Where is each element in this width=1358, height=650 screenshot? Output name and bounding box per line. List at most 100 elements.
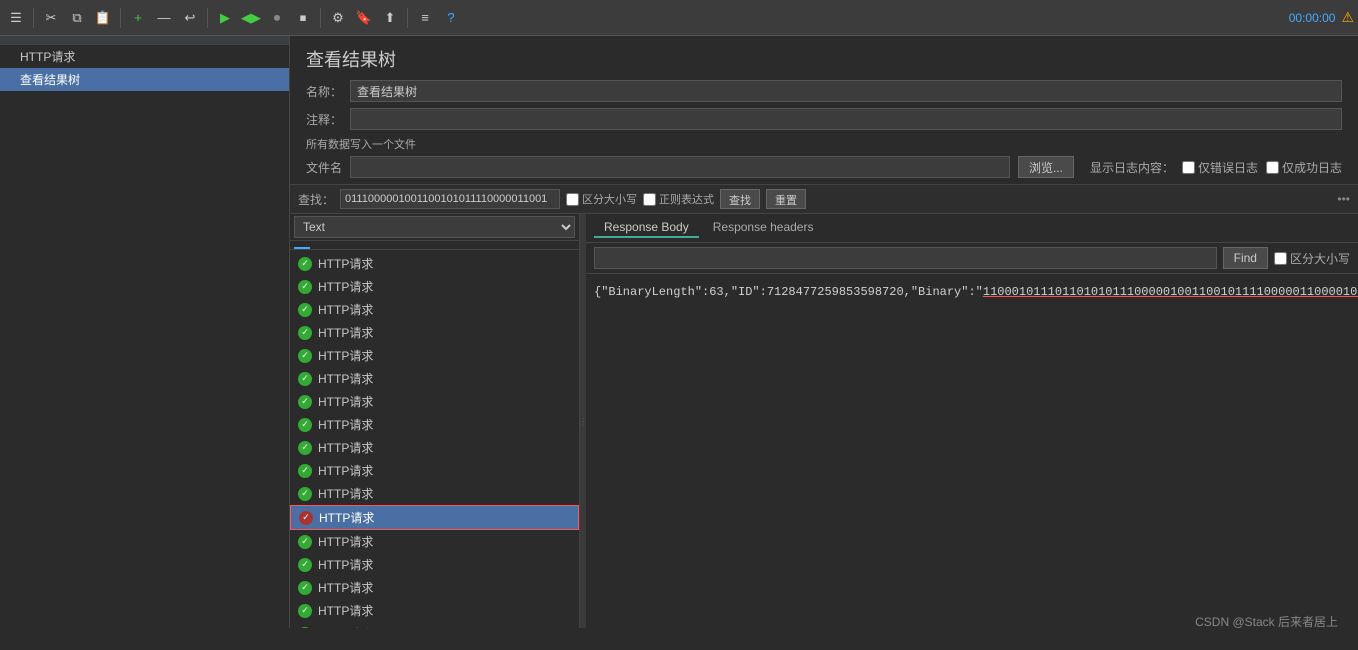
tree-item-label: HTTP请求: [318, 485, 373, 502]
tree-item[interactable]: ✓HTTP请求: [290, 576, 579, 599]
success-log-checkbox[interactable]: [1266, 161, 1279, 174]
toolbar-play-no-pause-btn[interactable]: ◀▶: [239, 6, 263, 30]
regex-checkbox[interactable]: [643, 193, 656, 206]
toolbar-help-btn[interactable]: ?: [439, 6, 463, 30]
tree-item[interactable]: ✓ HTTP请求: [290, 367, 579, 390]
main-layout: HTTP请求 查看结果树 查看结果树 名称： 注释： 所有数据写入一个文件 文件…: [0, 36, 1358, 628]
toolbar-sep-3: [207, 8, 208, 28]
tree-panel: Text ✓ HTTP请求 ✓ HTTP请求 ✓ HTTP请求 ✓ HTTP请求 ✓ HTTP请求…: [290, 214, 580, 628]
tree-item-label: HTTP请求: [318, 347, 373, 364]
reset-button[interactable]: 重置: [766, 189, 806, 209]
search-label: 查找：: [298, 191, 334, 208]
sidebar-header: [0, 36, 289, 45]
file-note: 所有数据写入一个文件: [306, 136, 1342, 152]
status-icon: ✓: [298, 464, 312, 478]
sidebar-item-http[interactable]: HTTP请求: [0, 45, 289, 68]
tab-sampler-result[interactable]: [294, 241, 310, 249]
toolbar-add-btn[interactable]: +: [126, 6, 150, 30]
status-icon: ✓: [298, 487, 312, 501]
toolbar-time: 00:00:00 ⚠: [1289, 9, 1354, 26]
toolbar-bookmark-btn[interactable]: 🔖: [352, 6, 376, 30]
tree-item-label: HTTP请求: [318, 301, 373, 318]
response-search: Find 区分大小写: [586, 243, 1358, 274]
tree-item[interactable]: ✓ HTTP请求: [290, 482, 579, 505]
browse-button[interactable]: 浏览...: [1018, 156, 1074, 178]
response-body: {"BinaryLength":63,"ID":7128477259853598…: [586, 274, 1358, 628]
tree-type-select[interactable]: Text: [294, 216, 575, 238]
tree-item[interactable]: ✓HTTP请求: [290, 275, 579, 298]
bottom-split: Text ✓ HTTP请求 ✓ HTTP请求 ✓ HTTP请求 ✓ HTTP请求 ✓ HTTP请求…: [290, 214, 1358, 628]
tree-item[interactable]: ✓HTTP请求: [290, 599, 579, 622]
comment-input[interactable]: [350, 108, 1342, 130]
warning-icon: ⚠: [1341, 9, 1354, 26]
tree-item[interactable]: ✓ HTTP请求: [290, 344, 579, 367]
toolbar-cut-btn[interactable]: ✂: [39, 6, 63, 30]
tab-response-data[interactable]: [326, 242, 342, 248]
tree-item-label: HTTP请求: [318, 439, 373, 456]
tree-item-label: HTTP请求: [318, 278, 373, 295]
toolbar-remove-btn[interactable]: —: [152, 6, 176, 30]
sidebar-item-result-tree[interactable]: 查看结果树: [0, 68, 289, 91]
toolbar-stop-btn[interactable]: ⏹: [291, 6, 315, 30]
binary-value: 1100010111011010101110000010011001011110…: [983, 285, 1358, 299]
success-log-check[interactable]: 仅成功日志: [1266, 159, 1342, 176]
status-icon: ✓: [298, 627, 312, 629]
tree-item-label: HTTP请求: [318, 416, 373, 433]
status-icon: ✓: [298, 303, 312, 317]
search-input[interactable]: [340, 189, 560, 209]
toolbar-menu-btn[interactable]: ☰: [4, 6, 28, 30]
resp-case-check[interactable]: 区分大小写: [1274, 250, 1350, 267]
toolbar-copy-btn[interactable]: ⧉: [65, 6, 89, 30]
toolbar-list-btn[interactable]: ≡: [413, 6, 437, 30]
comment-row: 注释：: [306, 108, 1342, 130]
tree-item-label: HTTP请求: [318, 393, 373, 410]
status-icon: ✓: [298, 372, 312, 386]
toolbar: ☰ ✂ ⧉ 📋 + — ↩ ▶ ◀▶ ⏺ ⏹ ⚙ 🔖 ⬆ ≡ ? 00:00:0…: [0, 0, 1358, 36]
tree-item[interactable]: ✓HTTP请求: [290, 252, 579, 275]
tree-item[interactable]: ✓ HTTP请求: [290, 298, 579, 321]
toolbar-settings-btn[interactable]: ⚙: [326, 6, 350, 30]
status-icon: ✓: [298, 349, 312, 363]
status-icon: ✓: [298, 604, 312, 618]
log-options-label: 显示日志内容：: [1090, 159, 1174, 176]
regex-check[interactable]: 正则表达式: [643, 191, 714, 207]
resp-find-button[interactable]: Find: [1223, 247, 1268, 269]
find-button[interactable]: 查找: [720, 189, 760, 209]
file-name-row: 文件名 浏览... 显示日志内容： 仅错误日志 仅成功日志: [306, 156, 1342, 178]
error-log-check[interactable]: 仅错误日志: [1182, 159, 1258, 176]
case-sensitive-checkbox[interactable]: [566, 193, 579, 206]
tree-item-label: HTTP请求: [318, 579, 373, 596]
tree-item-label: HTTP请求: [319, 509, 374, 526]
tree-item-label: HTTP请求: [318, 533, 373, 550]
file-name-input[interactable]: [350, 156, 1010, 178]
status-icon: ✓: [298, 257, 312, 271]
resp-body-tab[interactable]: Response Body: [594, 218, 699, 238]
tree-item[interactable]: ✓HTTP请求: [290, 553, 579, 576]
toolbar-paste-btn[interactable]: 📋: [91, 6, 115, 30]
tree-item[interactable]: ✓HTTP请求: [290, 459, 579, 482]
tree-item[interactable]: ✓ HTTP请求: [290, 622, 579, 628]
error-log-checkbox[interactable]: [1182, 161, 1195, 174]
tab-request[interactable]: [310, 242, 326, 248]
toolbar-upload-btn[interactable]: ⬆: [378, 6, 402, 30]
tree-item-label: HTTP请求: [318, 625, 373, 628]
search-more-menu[interactable]: •••: [1337, 192, 1350, 206]
toolbar-play-btn[interactable]: ▶: [213, 6, 237, 30]
resp-case-checkbox[interactable]: [1274, 252, 1287, 265]
tree-item[interactable]: ✓HTTP请求: [290, 530, 579, 553]
tree-item[interactable]: ✓HTTP请求: [290, 413, 579, 436]
toolbar-undo-btn[interactable]: ↩: [178, 6, 202, 30]
tree-item[interactable]: ✓HTTP请求: [290, 436, 579, 459]
tree-item-label: HTTP请求: [318, 370, 373, 387]
case-sensitive-check[interactable]: 区分大小写: [566, 191, 637, 207]
resp-search-input[interactable]: [594, 247, 1217, 269]
toolbar-record-btn[interactable]: ⏺: [265, 6, 289, 30]
tree-item[interactable]: ✓HTTP请求: [290, 390, 579, 413]
response-tabs: Response Body Response headers: [586, 214, 1358, 243]
tree-item[interactable]: ✓HTTP请求: [290, 321, 579, 344]
result-tabs-row: [290, 241, 579, 250]
name-input[interactable]: [350, 80, 1342, 102]
json-response-text: {"BinaryLength":63,"ID":7128477259853598…: [594, 285, 1358, 299]
tree-item[interactable]: ✓HTTP请求: [290, 505, 579, 530]
resp-headers-tab[interactable]: Response headers: [703, 218, 824, 238]
